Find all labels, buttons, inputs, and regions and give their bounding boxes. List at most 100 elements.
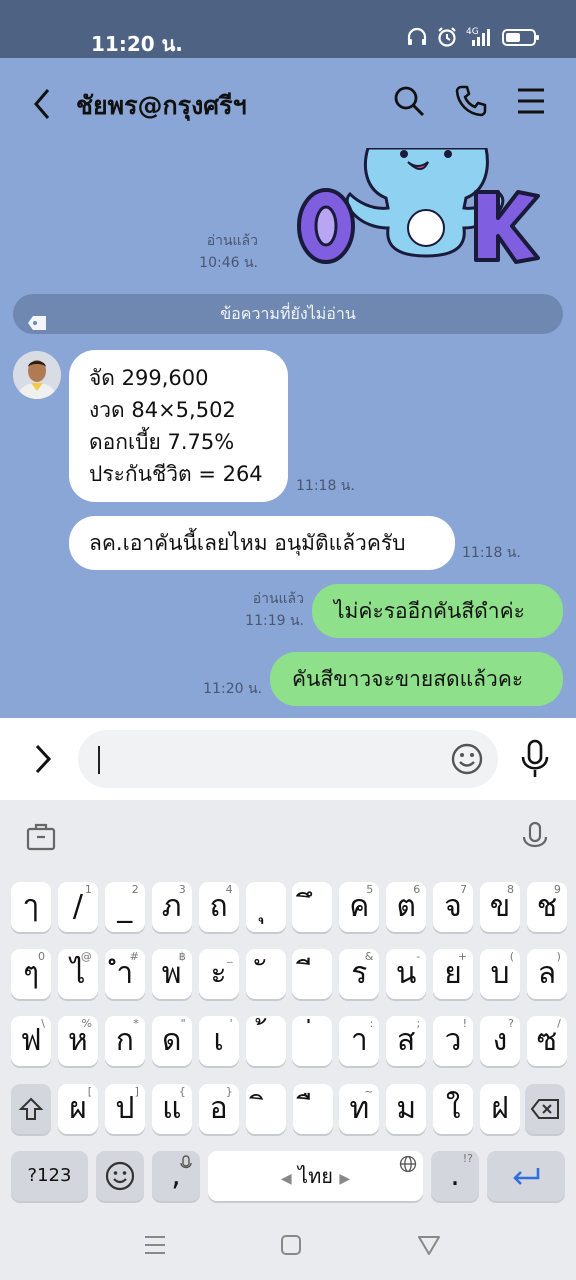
letter-key[interactable]: ป] [104, 1084, 145, 1134]
call-button[interactable] [454, 84, 488, 118]
letter-key[interactable]: ึ [292, 882, 333, 932]
letter-key[interactable]: ฝ [480, 1084, 521, 1134]
ok-sticker[interactable]: OK [296, 148, 540, 264]
chat-area[interactable]: OK อ่านแล้ว 10:46 น. ข้อความที่ยังไม่อ่า… [0, 148, 576, 718]
recent-apps-button[interactable] [142, 1232, 168, 1258]
unread-divider[interactable]: ข้อความที่ยังไม่อ่าน [13, 294, 563, 334]
space-key[interactable]: ◀ ไทย ▶ [208, 1151, 423, 1201]
key-glyph: ๅ [23, 889, 39, 924]
letter-key[interactable]: ภ3 [151, 882, 192, 932]
letter-key[interactable]: ก * [104, 1016, 145, 1066]
key-glyph: ค [349, 889, 370, 924]
letter-key[interactable]: ิ [245, 1084, 286, 1134]
letter-key[interactable]: ย + [433, 949, 474, 999]
keyboard-voice-button[interactable] [518, 820, 552, 854]
shift-key[interactable] [11, 1084, 51, 1134]
letter-key[interactable]: ข8 [480, 882, 520, 932]
letter-key[interactable]: ๆ0 [11, 949, 51, 999]
key-glyph: ุ [246, 882, 286, 932]
symbols-key[interactable]: ?123 [11, 1151, 88, 1201]
enter-key[interactable] [487, 1151, 565, 1201]
message-time: 10:46 น. [199, 255, 258, 271]
incoming-message-bubble[interactable]: ลค.เอาคันนี้เลยไหม อนุมัติแล้วครับ [69, 516, 455, 570]
back-nav-button[interactable] [416, 1232, 442, 1258]
message-time: 11:20 น. [203, 681, 262, 697]
letter-key[interactable]: ใ [433, 1084, 474, 1134]
letter-key[interactable]: ่ [292, 1016, 333, 1066]
key-glyph: ิ [246, 1084, 286, 1134]
language-label: ไทย [298, 1164, 333, 1188]
expand-button[interactable] [30, 742, 56, 776]
letter-key[interactable]: ว! [433, 1016, 474, 1066]
letter-key[interactable]: ไ @ [57, 949, 98, 999]
key-glyph: / [72, 889, 83, 924]
outgoing-message-bubble[interactable]: ไม่ค่ะรออีกคันสีดำค่ะ [312, 584, 563, 638]
letter-key[interactable]: _ 2 [104, 882, 145, 932]
key-hint: % [81, 1017, 92, 1030]
letter-key[interactable]: แ{ [151, 1084, 192, 1134]
letter-key[interactable]: เ ' [198, 1016, 239, 1066]
key-hint: : [369, 1017, 374, 1030]
emoji-button[interactable] [450, 742, 484, 776]
key-hint: 2 [131, 883, 139, 896]
key-glyph: ว [444, 1023, 462, 1058]
letter-key[interactable]: ม [386, 1084, 427, 1134]
letter-key[interactable]: ี [292, 949, 333, 999]
key-hint: " [180, 1017, 186, 1030]
letter-key[interactable]: น- [386, 949, 427, 999]
key-glyph: _ [117, 889, 133, 924]
letter-key[interactable]: ั [245, 949, 286, 999]
incoming-message-bubble[interactable]: จัด 299,600 งวด 84×5,502 ดอกเบี้ย 7.75% … [69, 350, 288, 502]
letter-key[interactable]: พ฿ [151, 949, 192, 999]
search-button[interactable] [392, 84, 426, 118]
letter-key[interactable]: /1 [57, 882, 98, 932]
emoji-key[interactable] [96, 1151, 144, 1201]
letter-key[interactable]: ร & [339, 949, 380, 999]
home-button[interactable] [278, 1232, 304, 1258]
letter-key[interactable]: ช9 [526, 882, 567, 932]
letter-key[interactable]: บ( [480, 949, 520, 999]
letter-key[interactable]: ส; [386, 1016, 427, 1066]
back-button[interactable] [28, 86, 56, 122]
letter-key[interactable]: ะ _ [198, 949, 239, 999]
letter-key[interactable]: อ} [198, 1084, 239, 1134]
menu-button[interactable] [516, 84, 550, 118]
letter-key[interactable]: ล) [526, 949, 567, 999]
letter-key[interactable]: จ7 [433, 882, 474, 932]
letter-key[interactable]: ๅ [11, 882, 51, 932]
ok-sticker-image: OK [297, 148, 540, 264]
letter-key[interactable]: า: [339, 1016, 380, 1066]
message-line: จัด 299,600 [89, 366, 209, 390]
letter-key[interactable]: ต6 [386, 882, 427, 932]
letter-key[interactable]: ด " [151, 1016, 192, 1066]
letter-key[interactable]: ท ~ [339, 1084, 380, 1134]
key-hint: 0 [38, 950, 45, 963]
letter-key[interactable]: ้ [245, 1016, 286, 1066]
letter-key[interactable]: ผ[ [58, 1084, 98, 1134]
letter-key[interactable]: ำ # [104, 949, 145, 999]
backspace-key[interactable] [525, 1084, 565, 1134]
shift-icon [18, 1097, 44, 1120]
key-glyph: ึ [292, 882, 332, 932]
voice-button[interactable] [518, 738, 552, 780]
message-input[interactable] [78, 730, 498, 788]
comma-key[interactable]: , [152, 1151, 200, 1201]
letter-key[interactable]: ุ [245, 882, 286, 932]
letter-key[interactable]: ง? [480, 1016, 520, 1066]
letter-key[interactable]: ซ / [526, 1016, 567, 1066]
period-key[interactable]: . !? [431, 1151, 479, 1201]
smiley-icon [451, 743, 483, 775]
letter-key[interactable]: ื [292, 1084, 333, 1134]
back-triangle-icon [418, 1236, 440, 1255]
key-glyph: ช [536, 889, 558, 924]
letter-key[interactable]: ค5 [339, 882, 380, 932]
briefcase-icon [26, 823, 56, 851]
letter-key[interactable]: ห% [57, 1016, 98, 1066]
key-glyph: ำ [116, 956, 134, 991]
outgoing-message-bubble[interactable]: คันสีขาวจะขายสดแล้วคะ [270, 652, 563, 706]
letter-key[interactable]: ฟ \ [11, 1016, 51, 1066]
navigation-bar [0, 1212, 576, 1280]
clipboard-button[interactable] [24, 820, 58, 854]
letter-key[interactable]: ถ4 [198, 882, 239, 932]
avatar[interactable] [13, 351, 61, 399]
